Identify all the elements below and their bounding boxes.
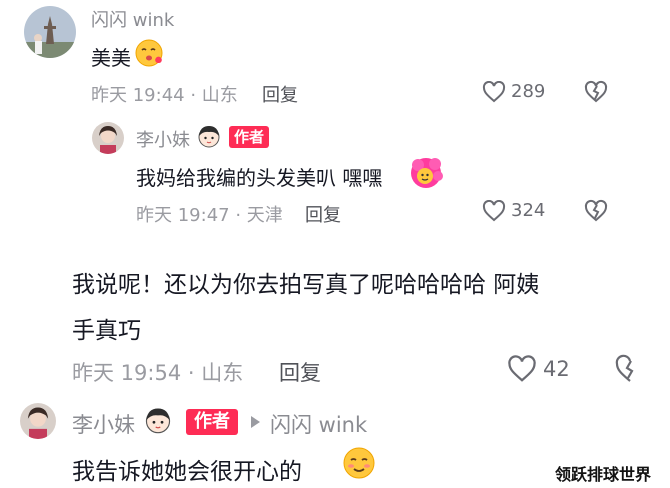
reply-button[interactable]: 回复	[305, 201, 341, 227]
pink-hair-emoji-icon	[408, 155, 444, 195]
comment-author-name[interactable]: 李小妹	[136, 126, 190, 152]
comment-3: 我说呢！还以为你去拍写真了呢哈哈哈哈 阿姨 手真巧 昨天 19:54 · 山东 …	[0, 255, 670, 390]
comment-location: 山东	[201, 361, 244, 385]
author-badge: 作者	[186, 409, 238, 435]
reply-arrow-icon	[251, 416, 260, 428]
kiss-emoji-icon	[134, 38, 164, 72]
reply-button[interactable]: 回复	[279, 357, 321, 387]
shy-smile-emoji-icon	[342, 446, 376, 484]
reply-to-name[interactable]: 闪闪 wink	[270, 409, 367, 439]
girl-face-emoji-icon	[196, 123, 222, 153]
comment-text: 美美	[91, 46, 131, 70]
dislike-button[interactable]	[583, 199, 609, 223]
comment-1: 闪闪 wink 美美 昨天 19:44 · 山东 回复 289	[0, 0, 670, 115]
like-count: 42	[543, 357, 570, 381]
woman-photo-icon	[92, 122, 124, 154]
comment-text: 我妈给我编的头发美叭 嘿嘿	[136, 166, 383, 190]
user-avatar[interactable]	[92, 122, 124, 154]
like-button[interactable]: 324	[482, 199, 552, 225]
comment-time: 昨天 19:47	[136, 205, 230, 226]
heart-icon	[482, 81, 506, 103]
comment-timestamp: 昨天 19:47 · 天津	[136, 201, 283, 227]
comment-location: 山东	[201, 85, 238, 106]
comment-timestamp: 昨天 19:44 · 山东	[91, 81, 238, 107]
meta-separator: ·	[184, 85, 202, 106]
like-count: 289	[511, 81, 546, 102]
meta-separator: ·	[181, 361, 202, 385]
comment-author-name[interactable]: 李小妹	[72, 409, 135, 439]
like-button[interactable]: 42	[507, 355, 587, 385]
woman-photo-icon	[20, 403, 56, 439]
comment-2: 李小妹 作者 我妈给我编的头发美叭 嘿嘿 昨天 19:47 · 天津 回复 32…	[0, 115, 670, 240]
user-avatar[interactable]	[24, 6, 76, 58]
reply-button[interactable]: 回复	[262, 81, 298, 107]
comment-timestamp: 昨天 19:54 · 山东	[72, 357, 243, 387]
meta-separator: ·	[229, 205, 247, 226]
like-button[interactable]: 289	[482, 80, 552, 106]
tower-photo-icon	[24, 6, 76, 58]
user-avatar[interactable]	[20, 403, 56, 439]
heart-icon	[508, 355, 536, 382]
girl-face-emoji-icon	[143, 405, 173, 439]
comment-time: 昨天 19:54	[72, 361, 182, 385]
comment-location: 天津	[246, 205, 283, 226]
watermark: 领跃排球世界	[555, 465, 652, 484]
comment-text-line-1: 我说呢！还以为你去拍写真了呢哈哈哈哈 阿姨	[72, 272, 540, 298]
like-count: 324	[511, 200, 546, 221]
dislike-button[interactable]	[614, 354, 634, 384]
comment-text-line-2: 手真巧	[72, 318, 141, 344]
comment-time: 昨天 19:44	[91, 85, 185, 106]
author-badge: 作者	[229, 126, 269, 148]
heart-icon	[482, 200, 506, 222]
comment-text: 我告诉她她会很开心的	[72, 459, 302, 485]
comment-author-name[interactable]: 闪闪 wink	[91, 6, 174, 32]
dislike-button[interactable]	[583, 80, 609, 104]
